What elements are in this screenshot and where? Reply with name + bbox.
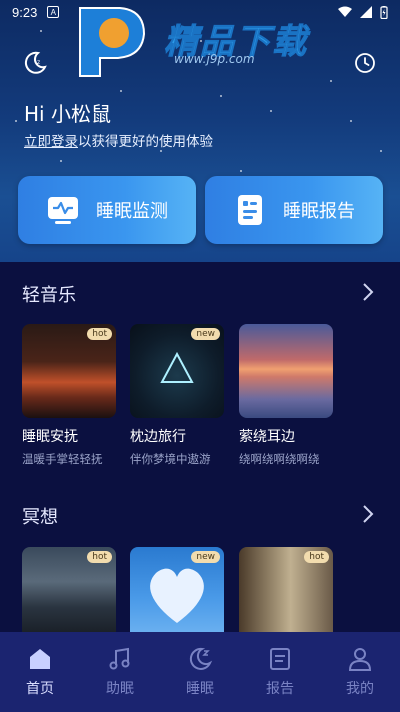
moon-sleep-icon	[189, 647, 213, 670]
tab-sleep-aid[interactable]: 助眠	[80, 632, 160, 712]
card-title: 枕边旅行	[130, 429, 186, 445]
music-card[interactable]: new 枕边旅行 伴你梦境中遨游	[130, 324, 224, 467]
badge-hot: hot	[87, 328, 112, 340]
badge-hot: hot	[87, 551, 112, 563]
tab-sleep[interactable]: 睡眠	[160, 632, 240, 712]
card-image-neon-triangle: new	[130, 324, 224, 418]
signal-icon	[360, 6, 372, 18]
login-link[interactable]: 立即登录	[24, 134, 78, 150]
card-title: 萦绕耳边	[239, 429, 295, 445]
badge-new: new	[191, 328, 220, 340]
tab-label: 首页	[26, 681, 54, 697]
music-note-icon	[109, 647, 130, 670]
bottom-tab-bar: 首页 助眠 睡眠 报告 我的	[0, 632, 400, 712]
card-image-sunset-lake	[239, 324, 333, 418]
watermark-url: www.j9p.com	[174, 52, 255, 66]
card-subtitle: 温暖手掌轻轻抚	[22, 452, 103, 466]
greeting-text: Hi 小松鼠	[24, 102, 111, 126]
app-notification-icon: A	[47, 6, 60, 18]
tab-label: 报告	[266, 681, 294, 697]
sleep-monitor-button[interactable]: 睡眠监测	[18, 176, 196, 244]
badge-new: new	[191, 551, 220, 563]
report-icon	[270, 648, 290, 670]
report-icon	[238, 195, 262, 225]
section-title-light-music: 轻音乐	[22, 285, 76, 306]
battery-icon	[380, 5, 388, 19]
section-title-meditation: 冥想	[22, 507, 58, 528]
sleep-report-button[interactable]: 睡眠报告	[205, 176, 383, 244]
card-image-canyon: hot	[22, 324, 116, 418]
clock-icon[interactable]	[354, 52, 376, 74]
monitor-pulse-icon	[48, 197, 78, 224]
card-subtitle: 伴你梦境中遨游	[130, 452, 211, 466]
meditation-card[interactable]: new	[130, 547, 224, 633]
moon-icon[interactable]: z	[22, 50, 48, 76]
meditation-card[interactable]: hot	[239, 547, 333, 633]
svg-text:z: z	[37, 59, 40, 66]
watermark: 精品下载 www.j9p.com	[74, 2, 334, 80]
tab-home[interactable]: 首页	[0, 632, 80, 712]
card-image-bedroom: hot	[239, 547, 333, 633]
meditation-card[interactable]: hot	[22, 547, 116, 633]
music-card[interactable]: hot 睡眠安抚 温暖手掌轻轻抚	[22, 324, 116, 467]
login-hint: 以获得更好的使用体验	[78, 134, 213, 150]
home-icon	[30, 649, 50, 669]
user-icon	[348, 648, 372, 671]
music-card[interactable]: 萦绕耳边 绕啊绕啊绕啊绕	[239, 324, 333, 467]
sleep-report-label: 睡眠报告	[283, 201, 355, 222]
tab-label: 助眠	[106, 681, 134, 697]
chevron-right-icon[interactable]	[360, 504, 376, 524]
sleep-monitor-label: 睡眠监测	[96, 201, 168, 222]
tab-profile[interactable]: 我的	[320, 632, 400, 712]
login-prompt[interactable]: 立即登录以获得更好的使用体验	[24, 130, 213, 150]
card-image-mountain: hot	[22, 547, 116, 633]
card-subtitle: 绕啊绕啊绕啊绕	[239, 452, 320, 466]
tab-report[interactable]: 报告	[240, 632, 320, 712]
card-image-heart-cloud: new	[130, 547, 224, 633]
tab-label: 我的	[346, 681, 374, 697]
badge-hot: hot	[304, 551, 329, 563]
tab-label: 睡眠	[186, 681, 214, 697]
watermark-logo-icon	[79, 7, 146, 77]
wifi-icon	[338, 6, 352, 17]
status-time: 9:23	[12, 4, 38, 20]
chevron-right-icon[interactable]	[360, 282, 376, 302]
card-title: 睡眠安抚	[22, 429, 78, 445]
